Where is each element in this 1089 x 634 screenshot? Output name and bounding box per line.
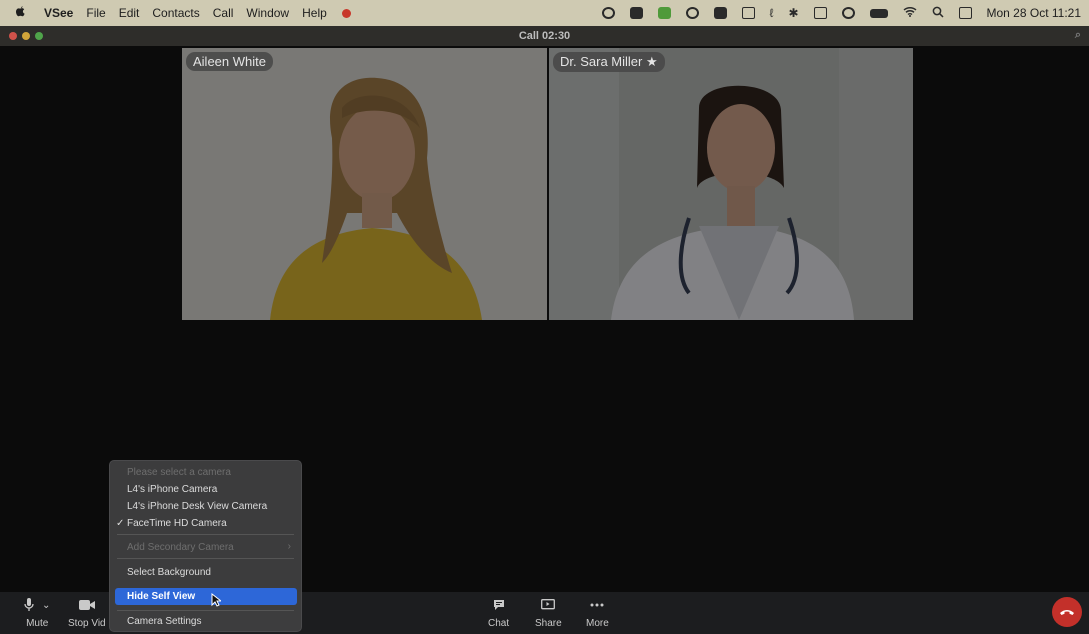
menu-help[interactable]: Help — [302, 6, 327, 20]
mouse-pointer-icon — [211, 592, 223, 612]
checkmark-icon: ✓ — [116, 518, 125, 529]
share-button[interactable]: Share — [535, 596, 562, 629]
app-tray-icon[interactable] — [629, 7, 643, 19]
menu-contacts[interactable]: Contacts — [152, 6, 199, 20]
user-tray-icon[interactable] — [841, 7, 855, 19]
more-button[interactable]: More — [586, 596, 609, 629]
window-title: Call 02:30 — [518, 30, 571, 42]
video-dim-overlay — [549, 48, 913, 320]
share-label: Share — [535, 618, 562, 629]
chevron-down-icon[interactable]: ⌄ — [42, 600, 50, 611]
battery-icon[interactable] — [869, 8, 888, 18]
more-label: More — [586, 618, 609, 629]
macos-menu-bar: VSee File Edit Contacts Call Window Help… — [0, 0, 1089, 26]
menu-window[interactable]: Window — [246, 6, 289, 20]
screen-share-icon — [541, 599, 556, 610]
menu-item-select-background[interactable]: Select Background — [127, 567, 211, 578]
menu-item-hide-self-view[interactable]: Hide Self View — [115, 588, 297, 605]
bluetooth-icon[interactable]: ✱ — [788, 6, 798, 20]
menu-app-name[interactable]: VSee — [44, 6, 73, 20]
video-tile-aileen[interactable]: Aileen White — [182, 48, 547, 320]
video-camera-icon — [78, 600, 95, 610]
submenu-arrow-icon: › — [287, 541, 291, 552]
wifi-icon[interactable] — [903, 6, 917, 20]
window-controls — [9, 32, 43, 40]
display-tray-icon[interactable] — [741, 7, 755, 19]
script-tray-icon[interactable]: ℓ — [770, 6, 774, 20]
menu-item-facetime-hd-camera[interactable]: FaceTime HD Camera — [127, 518, 227, 529]
hang-up-icon — [1060, 610, 1074, 615]
stop-video-label: Stop Vid — [68, 618, 106, 629]
vsee-status-icon[interactable] — [341, 8, 351, 18]
menu-item-add-secondary-camera[interactable]: Add Secondary Camera — [127, 542, 234, 553]
apple-icon[interactable] — [14, 5, 26, 21]
pin-icon[interactable]: ⌕ — [1075, 29, 1081, 42]
input-source-icon[interactable] — [813, 7, 827, 19]
control-center-icon[interactable] — [958, 7, 972, 19]
window-title-bar: Call 02:30 ⌕ — [0, 26, 1089, 46]
chat-label: Chat — [488, 618, 510, 629]
status-tray: ℓ ✱ Mon 28 Oct 11:21 — [601, 0, 1082, 26]
search-icon[interactable] — [932, 6, 944, 21]
green-app-tray-icon[interactable] — [657, 7, 671, 19]
shield-tray-icon[interactable] — [713, 7, 727, 19]
check-tray-icon[interactable] — [685, 7, 699, 19]
hide-self-view-label: Hide Self View — [127, 591, 196, 602]
menu-file[interactable]: File — [86, 6, 105, 20]
close-window-button[interactable] — [9, 32, 17, 40]
video-dim-overlay — [182, 48, 547, 320]
menu-bar-clock[interactable]: Mon 28 Oct 11:21 — [987, 6, 1082, 20]
participant-name-tag: Aileen White — [186, 52, 273, 71]
menu-edit[interactable]: Edit — [119, 6, 140, 20]
menu-item-iphone-camera[interactable]: L4's iPhone Camera — [127, 484, 217, 495]
chat-button[interactable]: Chat — [488, 596, 509, 629]
menu-header-select-camera: Please select a camera — [127, 467, 231, 478]
end-call-button[interactable] — [1052, 597, 1082, 627]
zoom-window-button[interactable] — [35, 32, 43, 40]
mute-label: Mute — [26, 618, 49, 629]
microphone-icon — [24, 598, 34, 611]
menu-separator — [117, 610, 294, 611]
menu-item-iphone-desk-view-camera[interactable]: L4's iPhone Desk View Camera — [127, 501, 267, 512]
menu-separator — [117, 534, 294, 535]
chat-icon — [493, 600, 504, 610]
more-dots-icon — [590, 603, 604, 607]
menu-separator — [117, 558, 294, 559]
record-tray-icon[interactable] — [601, 7, 615, 19]
video-tile-sara[interactable]: Dr. Sara Miller ★ — [549, 48, 913, 320]
camera-menu: Please select a camera L4's iPhone Camer… — [109, 460, 302, 632]
mute-button[interactable]: ⌄ Mute — [24, 596, 50, 629]
minimize-window-button[interactable] — [22, 32, 30, 40]
stop-video-button[interactable]: Stop Vid — [68, 596, 106, 629]
participant-name-tag: Dr. Sara Miller ★ — [553, 52, 665, 72]
menu-item-camera-settings[interactable]: Camera Settings — [127, 616, 201, 627]
menu-call[interactable]: Call — [213, 6, 234, 20]
